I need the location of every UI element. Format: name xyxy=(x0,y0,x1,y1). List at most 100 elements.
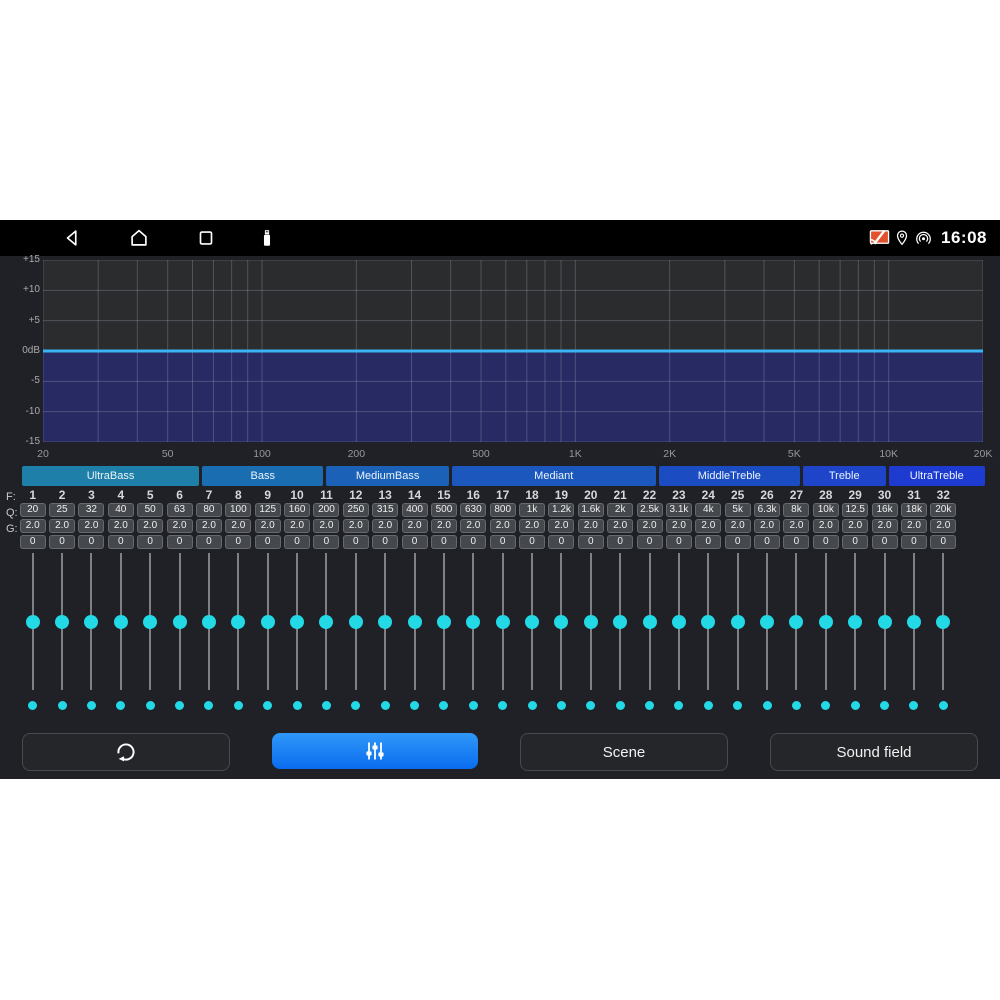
band-select-dot[interactable] xyxy=(645,701,654,710)
band-select-dot[interactable] xyxy=(909,701,918,710)
band-q-value[interactable]: 2.0 xyxy=(725,519,751,533)
band-freq-value[interactable]: 16k xyxy=(872,503,898,517)
band-q-value[interactable]: 2.0 xyxy=(872,519,898,533)
gain-slider-track[interactable] xyxy=(707,553,709,690)
back-icon[interactable] xyxy=(62,227,84,249)
gain-slider-track[interactable] xyxy=(120,553,122,690)
band-q-value[interactable]: 2.0 xyxy=(813,519,839,533)
band-freq-value[interactable]: 800 xyxy=(490,503,516,517)
band-select-dot[interactable] xyxy=(204,701,213,710)
band-select-dot[interactable] xyxy=(234,701,243,710)
gain-slider-knob[interactable] xyxy=(496,615,510,629)
band-q-value[interactable]: 2.0 xyxy=(402,519,428,533)
gain-slider-knob[interactable] xyxy=(584,615,598,629)
gain-slider-track[interactable] xyxy=(502,553,504,690)
band-freq-value[interactable]: 2.5k xyxy=(637,503,663,517)
band-gain-value[interactable]: 0 xyxy=(666,535,692,549)
band-select-dot[interactable] xyxy=(939,701,948,710)
band-freq-value[interactable]: 250 xyxy=(343,503,369,517)
band-freq-value[interactable]: 1.2k xyxy=(548,503,574,517)
band-gain-value[interactable]: 0 xyxy=(372,535,398,549)
sound-field-button[interactable]: Sound field xyxy=(770,733,978,771)
band-gain-value[interactable]: 0 xyxy=(284,535,310,549)
band-select-dot[interactable] xyxy=(763,701,772,710)
gain-slider-track[interactable] xyxy=(90,553,92,690)
gain-slider-knob[interactable] xyxy=(731,615,745,629)
band-q-value[interactable]: 2.0 xyxy=(607,519,633,533)
gain-slider-knob[interactable] xyxy=(26,615,40,629)
band-select-dot[interactable] xyxy=(87,701,96,710)
band-q-value[interactable]: 2.0 xyxy=(284,519,310,533)
band-freq-value[interactable]: 1k xyxy=(519,503,545,517)
gain-slider-track[interactable] xyxy=(296,553,298,690)
band-q-value[interactable]: 2.0 xyxy=(783,519,809,533)
band-select-dot[interactable] xyxy=(821,701,830,710)
gain-slider-knob[interactable] xyxy=(143,615,157,629)
gain-slider-track[interactable] xyxy=(208,553,210,690)
band-group-middletreble[interactable]: MiddleTreble xyxy=(659,466,800,486)
band-select-dot[interactable] xyxy=(586,701,595,710)
gain-slider-track[interactable] xyxy=(443,553,445,690)
band-freq-value[interactable]: 40 xyxy=(108,503,134,517)
band-q-value[interactable]: 2.0 xyxy=(695,519,721,533)
band-q-value[interactable]: 2.0 xyxy=(49,519,75,533)
gain-slider-track[interactable] xyxy=(884,553,886,690)
band-group-bass[interactable]: Bass xyxy=(202,466,323,486)
gain-slider-track[interactable] xyxy=(560,553,562,690)
band-select-dot[interactable] xyxy=(498,701,507,710)
gain-slider-knob[interactable] xyxy=(466,615,480,629)
band-gain-value[interactable]: 0 xyxy=(255,535,281,549)
band-gain-value[interactable]: 0 xyxy=(783,535,809,549)
gain-slider-knob[interactable] xyxy=(319,615,333,629)
gain-slider-knob[interactable] xyxy=(173,615,187,629)
band-freq-value[interactable]: 400 xyxy=(402,503,428,517)
band-gain-value[interactable]: 0 xyxy=(225,535,251,549)
gain-slider-knob[interactable] xyxy=(613,615,627,629)
band-gain-value[interactable]: 0 xyxy=(78,535,104,549)
band-select-dot[interactable] xyxy=(557,701,566,710)
band-gain-value[interactable]: 0 xyxy=(431,535,457,549)
band-freq-value[interactable]: 500 xyxy=(431,503,457,517)
band-gain-value[interactable]: 0 xyxy=(842,535,868,549)
gain-slider-knob[interactable] xyxy=(261,615,275,629)
band-gain-value[interactable]: 0 xyxy=(460,535,486,549)
band-q-value[interactable]: 2.0 xyxy=(901,519,927,533)
band-gain-value[interactable]: 0 xyxy=(49,535,75,549)
band-select-dot[interactable] xyxy=(469,701,478,710)
gain-slider-knob[interactable] xyxy=(84,615,98,629)
band-gain-value[interactable]: 0 xyxy=(930,535,956,549)
band-freq-value[interactable]: 125 xyxy=(255,503,281,517)
band-gain-value[interactable]: 0 xyxy=(108,535,134,549)
gain-slider-knob[interactable] xyxy=(437,615,451,629)
gain-slider-track[interactable] xyxy=(795,553,797,690)
band-select-dot[interactable] xyxy=(616,701,625,710)
band-gain-value[interactable]: 0 xyxy=(725,535,751,549)
gain-slider-track[interactable] xyxy=(942,553,944,690)
band-freq-value[interactable]: 12.5 xyxy=(842,503,868,517)
band-gain-value[interactable]: 0 xyxy=(813,535,839,549)
band-q-value[interactable]: 2.0 xyxy=(930,519,956,533)
band-q-value[interactable]: 2.0 xyxy=(343,519,369,533)
gain-slider-track[interactable] xyxy=(913,553,915,690)
band-select-dot[interactable] xyxy=(322,701,331,710)
band-select-dot[interactable] xyxy=(674,701,683,710)
band-freq-value[interactable]: 25 xyxy=(49,503,75,517)
band-group-mediant[interactable]: Mediant xyxy=(452,466,656,486)
reset-button[interactable] xyxy=(22,733,230,771)
band-gain-value[interactable]: 0 xyxy=(402,535,428,549)
band-q-value[interactable]: 2.0 xyxy=(548,519,574,533)
gain-slider-knob[interactable] xyxy=(290,615,304,629)
band-gain-value[interactable]: 0 xyxy=(313,535,339,549)
gain-slider-track[interactable] xyxy=(472,553,474,690)
gain-slider-track[interactable] xyxy=(825,553,827,690)
band-select-dot[interactable] xyxy=(28,701,37,710)
band-q-value[interactable]: 2.0 xyxy=(225,519,251,533)
band-select-dot[interactable] xyxy=(175,701,184,710)
band-freq-value[interactable]: 8k xyxy=(783,503,809,517)
gain-slider-knob[interactable] xyxy=(672,615,686,629)
gain-slider-knob[interactable] xyxy=(55,615,69,629)
gain-slider-knob[interactable] xyxy=(114,615,128,629)
gain-slider-knob[interactable] xyxy=(789,615,803,629)
band-q-value[interactable]: 2.0 xyxy=(578,519,604,533)
band-select-dot[interactable] xyxy=(880,701,889,710)
